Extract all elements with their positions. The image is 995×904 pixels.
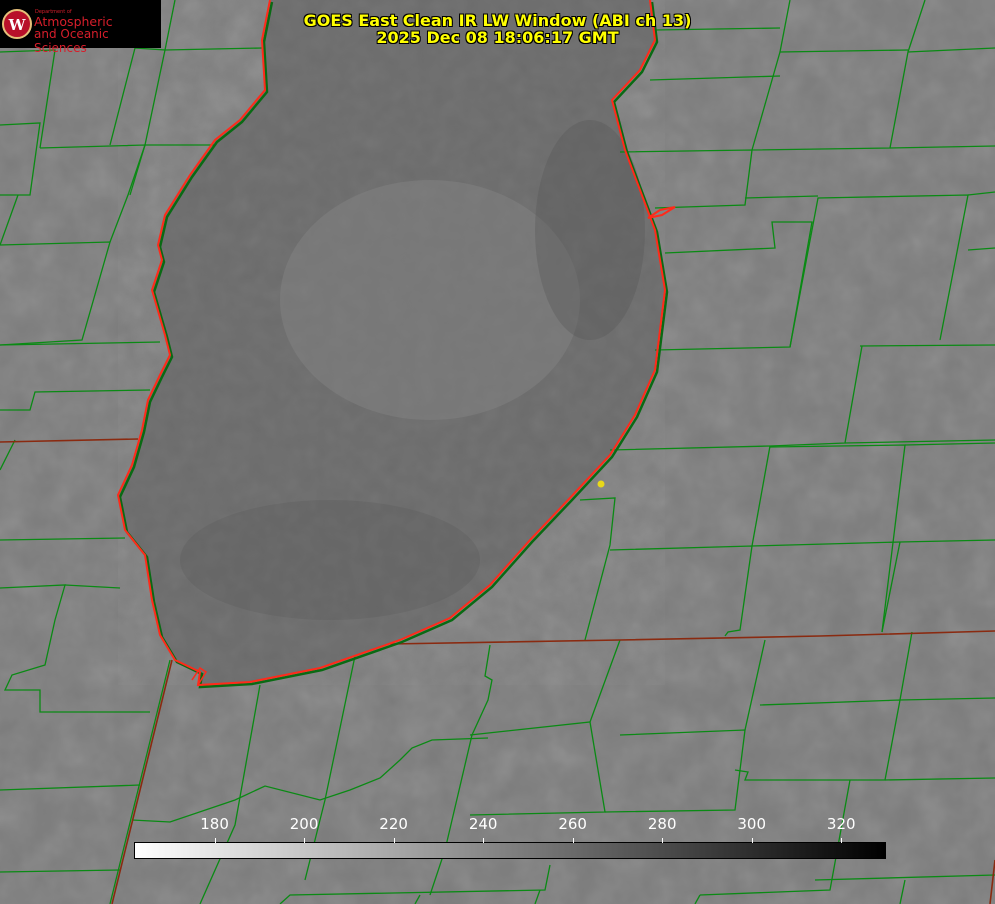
colorbar-tick-mark [841,838,843,843]
site-marker [597,480,605,488]
colorbar-tick-label: 200 [289,815,319,833]
colorbar-tick-mark [304,838,306,843]
title-line-1: GOES East Clean IR LW Window (ABI ch 13) [303,11,692,30]
colorbar-tick-mark [572,838,574,843]
colorbar-tick-mark [393,838,395,843]
uw-aos-logo: W Department of Atmospheric and Oceanic … [0,0,161,55]
colorbar-tick-label: 180 [200,815,229,833]
colorbar-tick-label: 320 [826,815,856,833]
satellite-map-viewer: W Department of Atmospheric and Oceanic … [0,0,995,904]
colorbar-tick-label: 240 [468,815,498,833]
lake-dark-region [180,500,480,620]
lake-brighter-region [280,180,580,420]
title-line-2: 2025 Dec 08 18:06:17 GMT [376,28,619,47]
colorbar [134,842,886,859]
uw-crest-icon: W [2,9,32,39]
colorbar-tick-label: 220 [379,815,408,833]
colorbar-tick-mark [662,838,664,843]
colorbar-tick-mark [214,838,216,843]
colorbar-tick-label: 300 [737,815,767,833]
logo-line-2: and Oceanic Sciences [34,27,109,55]
colorbar-tick-mark [751,838,753,843]
colorbar-tick-label: 280 [647,815,677,833]
image-title: GOES East Clean IR LW Window (ABI ch 13)… [240,12,755,46]
svg-text:W: W [8,16,27,34]
colorbar-tick-mark [483,838,485,843]
ir-satellite-map [0,0,995,904]
colorbar-tick-label: 260 [558,815,587,833]
